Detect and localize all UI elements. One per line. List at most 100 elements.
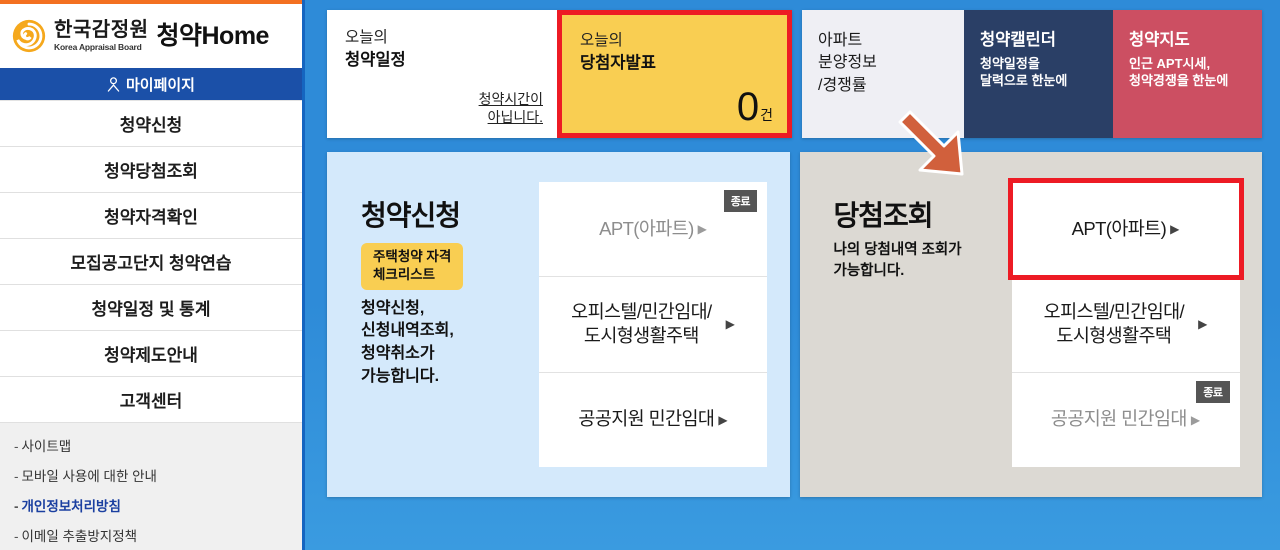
chevron-right-icon: ▶ (1198, 317, 1208, 332)
tile-subscription-map[interactable]: 청약지도 인근 APT시세, 청약경쟁을 한눈에 (1113, 10, 1262, 138)
apply-menu-officetel[interactable]: 오피스텔/민간임대/ 도시형생활주택 ▶ (539, 277, 767, 373)
status-badge-ended: 종료 (723, 190, 757, 212)
officetel-label-line1: 오피스텔/민간임대/ (571, 300, 712, 322)
officetel-label-line2: 도시형생활주택 (1056, 325, 1172, 347)
sidebar-nav: 청약신청 청약당첨조회 청약자격확인 모집공고단지 청약연습 청약일정 및 통계… (0, 100, 302, 423)
sidebar-item-jagyeok-hwagin[interactable]: 청약자격확인 (0, 193, 302, 239)
apply-menu-apt[interactable]: 종료 APT(아파트) ▶ (539, 182, 767, 278)
apply-menu-public-private-rental[interactable]: 공공지원 민간임대 ▶ (539, 373, 767, 467)
apply-menu-apt-label: APT(아파트) (599, 217, 694, 239)
result-panel-title: 당첨조회 (833, 200, 934, 231)
top-card-row: 오늘의 청약일정 청약시간이 아닙니다. 오늘의 당첨자발표 0 건 아파트 분… (327, 10, 1262, 140)
apply-menu-card: 종료 APT(아파트) ▶ 오피스텔/민간임대/ 도시형생활주택 ▶ 공공지원 … (539, 182, 767, 467)
page-root: 한국감정원 Korea Appraisal Board 청약Home 마이페이지… (0, 0, 1280, 550)
sidebar-item-cheongyak-sincheong[interactable]: 청약신청 (0, 101, 302, 147)
today-winner-line2: 당첨자발표 (580, 53, 656, 72)
today-cards-group: 오늘의 청약일정 청약시간이 아닙니다. 오늘의 당첨자발표 0 건 (327, 10, 792, 138)
result-desc-line2: 가능합니다. (833, 263, 905, 280)
nav-label: 청약제도안내 (104, 346, 198, 365)
tile-apartment-sale-info[interactable]: 아파트 분양정보 /경쟁률 (802, 10, 964, 138)
result-desc-line1: 나의 당첨내역 조회가 (833, 242, 962, 258)
schedule-note-line2: 아닙니다. (487, 108, 543, 125)
housing-checklist-badge[interactable]: 주택청약 자격 체크리스트 (361, 243, 464, 290)
today-schedule-line2: 청약일정 (345, 50, 406, 69)
panel-subscription-apply: 청약신청 주택청약 자격 체크리스트 청약신청, 신청내역조회, 청약취소가 가… (327, 152, 790, 497)
footer-link-label: 이메일 추출방지정책 (21, 529, 138, 544)
main-content: 오늘의 청약일정 청약시간이 아닙니다. 오늘의 당첨자발표 0 건 아파트 분… (305, 0, 1280, 550)
today-winner-card-wrap: 오늘의 당첨자발표 0 건 (557, 10, 792, 138)
tile-apt-line2: 분양정보 (818, 54, 877, 72)
officetel-label-line1: 오피스텔/민간임대/ (1043, 300, 1185, 322)
org-name-ko: 한국감정원 (54, 19, 149, 41)
today-winner-line1: 오늘의 (580, 32, 623, 49)
footer-link-privacy-policy[interactable]: - 개인정보처리방침 (14, 495, 302, 515)
tile-subscription-calendar[interactable]: 청약캘린더 청약일정을 달력으로 한눈에 (964, 10, 1113, 138)
sidebar-item-iljeong-tonggye[interactable]: 청약일정 및 통계 (0, 285, 302, 331)
schedule-note-line1: 청약시간이 (478, 90, 543, 107)
footer-link-mobile-guide[interactable]: - 모바일 사용에 대한 안내 (14, 465, 302, 485)
sidebar-item-gogaek-senteo[interactable]: 고객센터 (0, 377, 302, 423)
footer-link-label: 개인정보처리방침 (21, 499, 121, 514)
result-menu-officetel-label: 오피스텔/민간임대/ 도시형생활주택 (1043, 300, 1185, 350)
list-dash: - (14, 529, 19, 544)
sidebar-footer-links: - 사이트맵 - 모바일 사용에 대한 안내 - 개인정보처리방침 - 이메일 추출방지… (0, 423, 302, 550)
tile-calendar-sub2: 달력으로 한눈에 (980, 73, 1068, 89)
schedule-status-note[interactable]: 청약시간이 아닙니다. (479, 90, 543, 126)
apply-panel-info: 청약신청 주택청약 자격 체크리스트 청약신청, 신청내역조회, 청약취소가 가… (327, 152, 539, 497)
spiral-logo-icon (12, 19, 46, 53)
sidebar-item-jedo-annae[interactable]: 청약제도안내 (0, 331, 302, 377)
brand-title: 청약Home (156, 21, 270, 50)
sidebar-item-mojip-gonggo-yeonseup[interactable]: 모집공고단지 청약연습 (0, 239, 302, 285)
tile-apt-line1: 아파트 (818, 32, 863, 49)
winner-count-number: 0 (736, 85, 760, 129)
checklist-badge-line1: 주택청약 자격 (373, 249, 452, 264)
chevron-right-icon: ▶ (718, 412, 728, 427)
footer-link-label: 사이트맵 (21, 439, 72, 454)
apply-menu-public-rental-label: 공공지원 민간임대 (578, 408, 715, 430)
tile-map-sub1: 인근 APT시세, (1129, 55, 1211, 71)
footer-link-email-protection[interactable]: - 이메일 추출방지정책 (14, 525, 302, 545)
nav-label: 모집공고단지 청약연습 (70, 254, 232, 273)
footer-link-label: 모바일 사용에 대한 안내 (21, 469, 157, 484)
person-icon (107, 76, 120, 92)
result-menu-public-rental-label: 공공지원 민간임대 (1050, 408, 1188, 430)
chevron-right-icon: ▶ (1190, 412, 1201, 427)
chevron-right-icon: ▶ (697, 222, 707, 237)
officetel-label-line2: 도시형생활주택 (583, 325, 700, 347)
result-menu-officetel[interactable]: 오피스텔/민간임대/ 도시형생활주택 ▶ (1011, 277, 1240, 373)
tile-apt-line3: /경쟁률 (818, 76, 867, 94)
mypage-label: 마이페이지 (125, 76, 195, 94)
apply-panel-title: 청약신청 (361, 200, 461, 231)
mypage-bar[interactable]: 마이페이지 (0, 68, 302, 100)
org-name-en: Korea Appraisal Board (54, 42, 142, 52)
apply-desc-line1: 청약신청, (361, 299, 425, 317)
today-schedule-card[interactable]: 오늘의 청약일정 청약시간이 아닙니다. (327, 10, 557, 138)
apply-menu-officetel-label: 오피스텔/민간임대/ 도시형생활주택 (571, 300, 712, 350)
result-menu-public-private-rental[interactable]: 종료 공공지원 민간임대 ▶ (1012, 373, 1240, 467)
winner-count-unit: 건 (760, 107, 773, 123)
sidebar-item-dangcheom-johoe[interactable]: 청약당첨조회 (0, 147, 302, 193)
today-winner-announcement-card[interactable]: 오늘의 당첨자발표 0 건 (557, 10, 792, 138)
tile-calendar-sub1: 청약일정을 (980, 55, 1040, 71)
panel-winning-lookup: 당첨조회 나의 당첨내역 조회가 가능합니다. APT(아파트) ▶ 오피스텔/… (799, 152, 1262, 497)
chevron-right-icon: ▶ (1170, 222, 1180, 237)
result-panel-description: 나의 당첨내역 조회가 가능합니다. (834, 240, 1012, 282)
list-dash: - (14, 469, 19, 484)
apply-desc-line4: 가능합니다. (361, 367, 440, 385)
result-menu-apt[interactable]: APT(아파트) ▶ (1007, 178, 1244, 281)
quick-tiles-group: 아파트 분양정보 /경쟁률 청약캘린더 청약일정을 달력으로 한눈에 청약지도 … (802, 10, 1262, 138)
list-dash: - (14, 439, 19, 454)
result-menu-card: APT(아파트) ▶ 오피스텔/민간임대/ 도시형생활주택 ▶ 종료 공공지원 … (1007, 178, 1244, 467)
result-panel-info: 당첨조회 나의 당첨내역 조회가 가능합니다. (800, 152, 1012, 497)
tile-calendar-title: 청약캘린더 (980, 31, 1056, 49)
result-menu-apt-label: APT(아파트) (1071, 217, 1167, 239)
tile-map-sub2: 청약경쟁을 한눈에 (1129, 73, 1229, 89)
tile-map-title: 청약지도 (1129, 31, 1190, 49)
footer-link-sitemap[interactable]: - 사이트맵 (14, 435, 302, 455)
apply-desc-line2: 신청내역조회, (361, 322, 454, 340)
apply-panel-description: 청약신청, 신청내역조회, 청약취소가 가능합니다. (361, 298, 539, 389)
list-dash: - (14, 499, 19, 514)
site-logo[interactable]: 한국감정원 Korea Appraisal Board 청약Home (0, 4, 302, 68)
nav-label: 고객센터 (119, 392, 183, 411)
today-schedule-line1: 오늘의 (345, 29, 388, 46)
